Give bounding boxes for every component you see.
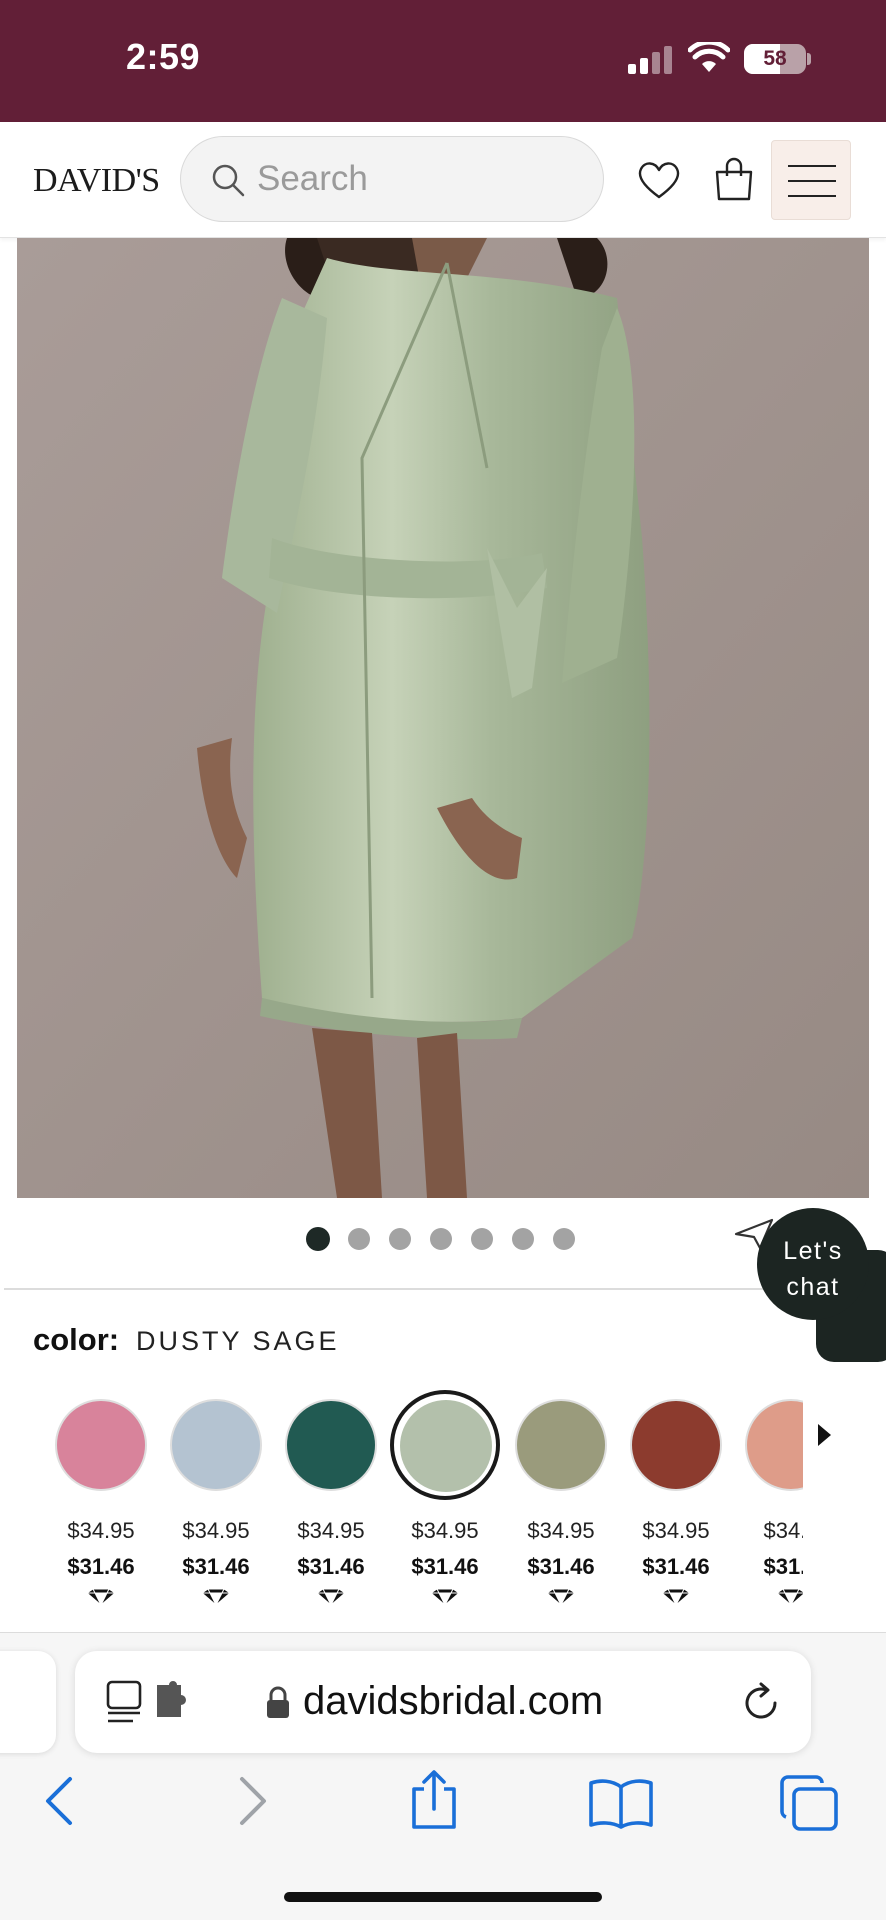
carousel-dot[interactable]	[471, 1228, 493, 1250]
back-icon[interactable]	[40, 1771, 80, 1831]
color-swatch[interactable]: $34.95 $31.46	[43, 1388, 159, 1614]
forward-icon[interactable]	[232, 1771, 272, 1831]
sale-price: $31.4	[763, 1554, 803, 1579]
swatch-circle[interactable]	[515, 1399, 607, 1491]
regular-price: $34.95	[182, 1518, 250, 1543]
davids-logo[interactable]: DAVID'S	[33, 162, 160, 200]
carousel-dot[interactable]	[430, 1228, 452, 1250]
wifi-icon	[688, 42, 730, 72]
url-text: davidsbridal.com	[303, 1679, 604, 1723]
diamond-icon	[430, 1588, 460, 1606]
carousel-dot[interactable]	[348, 1228, 370, 1250]
shopping-bag-icon[interactable]	[713, 156, 755, 202]
sale-price: $31.46	[411, 1554, 479, 1579]
diamond-icon	[546, 1588, 576, 1606]
chat-label-line1: Let's	[783, 1237, 843, 1265]
color-swatch-list: $34.95 $31.46 $34.95 $31.46 $34.95 $31.4…	[33, 1388, 803, 1628]
swatch-circle[interactable]	[285, 1399, 377, 1491]
status-bar: 2:59 58	[0, 0, 886, 122]
color-swatch[interactable]: $34.9 $31.4	[733, 1388, 803, 1614]
tabs-icon[interactable]	[778, 1773, 840, 1833]
color-swatch[interactable]: $34.95 $31.46	[503, 1388, 619, 1614]
diamond-icon	[201, 1588, 231, 1606]
status-time: 2:59	[126, 36, 201, 77]
swatch-circle[interactable]	[745, 1399, 803, 1491]
sale-price: $31.46	[297, 1554, 365, 1579]
carousel-dots	[306, 1227, 586, 1252]
lock-icon	[267, 1686, 289, 1718]
battery-level: 58	[763, 47, 787, 70]
address-bar[interactable]: davidsbridal.com	[75, 1651, 811, 1753]
selected-color-name: DUSTY SAGE	[136, 1326, 340, 1356]
regular-price: $34.95	[67, 1518, 135, 1543]
carousel-dot[interactable]	[306, 1227, 330, 1251]
heart-icon[interactable]	[637, 160, 681, 200]
sale-price: $31.46	[182, 1554, 250, 1579]
diamond-icon	[661, 1588, 691, 1606]
color-label: color:	[33, 1322, 120, 1357]
swatch-circle[interactable]	[630, 1399, 722, 1491]
chat-label-line2: chat	[786, 1273, 840, 1301]
reload-icon[interactable]	[739, 1681, 783, 1725]
swatch-circle[interactable]	[170, 1399, 262, 1491]
search-input[interactable]	[257, 155, 577, 203]
color-swatch[interactable]: $34.95 $31.46	[273, 1388, 389, 1614]
browser-toolbar: davidsbridal.com	[0, 1632, 886, 1920]
sale-price: $31.46	[642, 1554, 710, 1579]
swatch-circle[interactable]	[55, 1399, 147, 1491]
regular-price: $34.95	[527, 1518, 595, 1543]
regular-price: $34.9	[763, 1518, 803, 1543]
regular-price: $34.95	[642, 1518, 710, 1543]
product-image[interactable]	[17, 238, 869, 1198]
reader-extensions-icon[interactable]	[105, 1679, 215, 1725]
regular-price: $34.95	[411, 1518, 479, 1543]
color-swatch[interactable]: $34.95 $31.46	[618, 1388, 734, 1614]
bookmarks-icon[interactable]	[588, 1777, 654, 1829]
sale-price: $31.46	[67, 1554, 135, 1579]
carousel-dot[interactable]	[553, 1228, 575, 1250]
diamond-icon	[86, 1588, 116, 1606]
swatch-circle[interactable]	[400, 1400, 492, 1492]
diamond-icon	[776, 1588, 803, 1606]
share-icon[interactable]	[406, 1769, 462, 1831]
search-icon	[212, 164, 245, 197]
carousel-dot[interactable]	[512, 1228, 534, 1250]
regular-price: $34.95	[297, 1518, 365, 1543]
diamond-icon	[316, 1588, 346, 1606]
menu-button[interactable]	[771, 140, 851, 220]
swatch-next-arrow-icon[interactable]	[818, 1424, 831, 1446]
section-divider	[4, 1288, 886, 1290]
search-box[interactable]	[180, 136, 604, 222]
color-swatch-selected[interactable]: $34.95 $31.46	[387, 1388, 503, 1614]
home-indicator[interactable]	[284, 1892, 602, 1902]
carousel-dot[interactable]	[389, 1228, 411, 1250]
chat-button[interactable]: Let's chat	[757, 1208, 869, 1320]
color-swatch[interactable]: $34.95 $31.46	[158, 1388, 274, 1614]
sale-price: $31.46	[527, 1554, 595, 1579]
battery-cap	[807, 53, 811, 65]
battery-icon: 58	[744, 44, 806, 74]
product-photo	[17, 238, 869, 1198]
cellular-signal-icon	[628, 46, 672, 74]
site-header: DAVID'S	[0, 122, 886, 238]
previous-tab-preview[interactable]	[0, 1651, 56, 1753]
